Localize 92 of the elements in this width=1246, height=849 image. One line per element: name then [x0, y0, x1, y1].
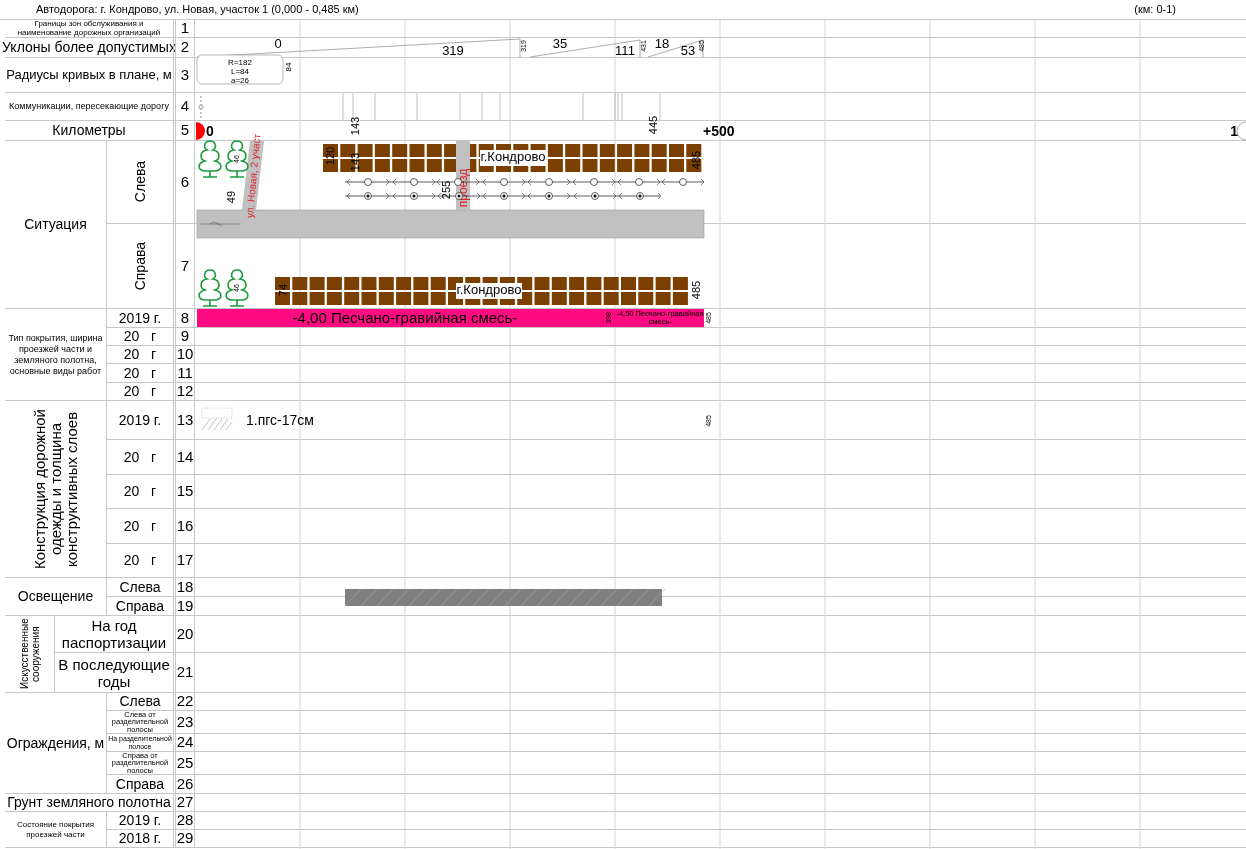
row-number: 15 — [173, 475, 195, 508]
row-label: 2019 г. — [118, 308, 162, 328]
row-number: 20 — [173, 616, 195, 652]
slope-value: 53 — [680, 43, 696, 59]
row-label: Радиусы кривых в плане, м — [6, 66, 172, 85]
row-number: 27 — [173, 794, 195, 811]
slope-value: 319 — [442, 43, 464, 59]
curve-end: 84 — [284, 62, 294, 72]
km-end: 1 — [1230, 122, 1238, 139]
row-label: Справа — [115, 596, 165, 616]
row-label: 2019 г. — [118, 410, 162, 430]
building-mark: 143 — [348, 152, 361, 172]
group-label: Искусственные сооружения — [18, 617, 41, 692]
row-number: 2 — [173, 38, 195, 57]
slope-value: 0 — [274, 36, 282, 52]
km-end-marker-icon — [1236, 121, 1246, 141]
slope-value: 18 — [654, 36, 670, 52]
row-number: 29 — [173, 830, 195, 847]
row-label: Границы зон обслуживания и наименование дорожных организаций — [16, 20, 162, 37]
km-start-marker-icon — [196, 122, 205, 140]
row-number: 22 — [173, 693, 195, 710]
row-number: 21 — [173, 653, 195, 692]
road-axis-drawing — [199, 221, 241, 227]
row-label: 20 г — [123, 382, 157, 401]
row-label: Слева — [130, 161, 149, 203]
curve-parameter: R=182 — [228, 58, 252, 68]
row-label: 20 г — [123, 345, 157, 364]
row-number: 19 — [173, 597, 195, 615]
row-label: 2019 г. — [118, 811, 162, 830]
slope-value: 35 — [552, 36, 568, 52]
row-number: 16 — [173, 509, 195, 543]
km-middle: +500 — [703, 122, 735, 139]
group-label: Тип покрытия, ширина проезжей части и земляного полотна, основные виды работ — [7, 332, 104, 377]
row-label: Коммуникации, пересекающие дорогу — [9, 99, 169, 113]
row-label: 20 г — [123, 363, 157, 383]
row-number: 24 — [173, 734, 195, 751]
row-number: 13 — [173, 401, 195, 439]
row-number: 25 — [173, 752, 195, 774]
row-label: Слева — [119, 692, 161, 711]
group-label: Конструкция дорожной одежды и толщина конструктивных слоев — [31, 408, 80, 571]
town-label: г.Кондрово — [480, 149, 546, 166]
row-label: 20 г — [123, 327, 157, 346]
row-label: Километры — [52, 121, 126, 140]
tree-icon — [198, 269, 222, 307]
group-label: Состояние покрытия проезжей части — [15, 819, 96, 840]
curve-parameter: L=84 — [231, 67, 249, 77]
page-title: Автодорога: г. Кондрово, ул. Новая, участок 1 (0,000 - 0,485 км) — [36, 2, 359, 18]
row-number: 17 — [173, 544, 195, 577]
row-label: Слева — [119, 577, 161, 597]
row-label: 2018 г. — [118, 829, 162, 848]
tree-icon — [198, 140, 222, 178]
row-number: 12 — [173, 383, 195, 400]
row-label: Справа — [130, 241, 149, 291]
row-label: Уклоны более допустимых — [2, 38, 176, 57]
row-number: 4 — [173, 93, 195, 120]
curve-parameter: a=26 — [231, 76, 249, 86]
group-label: Ограждения, м — [6, 733, 105, 753]
crossing-offset: 255 — [439, 180, 452, 200]
row-number: 11 — [173, 364, 195, 382]
layer-label: 1.пгс-17см — [246, 411, 314, 428]
building-start: 120 — [323, 146, 336, 166]
row-number: 28 — [173, 812, 195, 829]
row-number: 26 — [173, 775, 195, 793]
row-number: 1 — [173, 20, 195, 37]
building-end: 485 — [689, 280, 702, 300]
communication-marker-icon — [198, 95, 204, 121]
row-label: 20 г — [123, 551, 157, 570]
building-end: 485 — [689, 150, 702, 170]
gravel-layer-icon — [201, 407, 233, 431]
slope-value: 111 — [615, 43, 635, 59]
side-street-offset: 49 — [224, 190, 237, 204]
row-number: 9 — [173, 328, 195, 345]
row-number: 23 — [173, 711, 195, 733]
group-label: Ситуация — [24, 215, 87, 234]
row-number: 10 — [173, 346, 195, 363]
pavement-label: -4,00 Песчано-гравийная смесь- — [292, 308, 518, 326]
row-number: 14 — [173, 440, 195, 474]
town-label: г.Кондрово — [456, 282, 522, 299]
km-range: (км: 0-1) — [1134, 2, 1176, 18]
row-label: Грунт земляного полотна — [7, 793, 171, 812]
group-label: Освещение — [17, 587, 94, 606]
row-label: Справа — [115, 774, 165, 794]
building-start: 74 — [276, 283, 289, 297]
row-label: 20 г — [123, 516, 157, 536]
row-label: 20 г — [123, 447, 157, 467]
km-mark: 143 — [348, 116, 361, 136]
row-number: 18 — [173, 578, 195, 596]
row-label: 20 г — [123, 482, 157, 501]
km-mark: 445 — [646, 115, 659, 135]
row-label: В последующие годы — [57, 655, 171, 690]
row-label: На год паспортизации — [60, 617, 168, 651]
km-start: 0 — [206, 122, 214, 139]
